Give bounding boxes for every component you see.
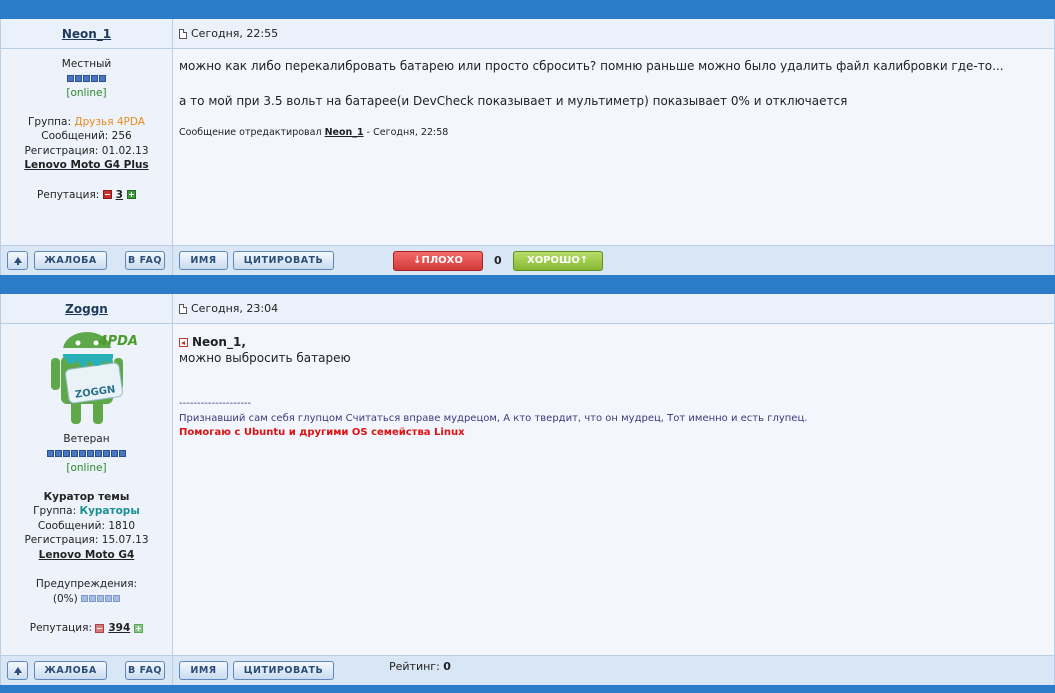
- reputation-value[interactable]: 394: [108, 622, 130, 634]
- registration-label: Регистрация:: [24, 534, 99, 546]
- scroll-top-button[interactable]: [7, 661, 28, 680]
- reputation-label: Репутация:: [37, 188, 100, 201]
- post-text-line: можно выбросить батарею: [179, 351, 351, 365]
- warnings-label: Предупреждения:: [35, 578, 138, 590]
- messages-label: Сообщений:: [37, 519, 105, 532]
- reputation-value[interactable]: 3: [116, 189, 123, 201]
- vote-count: 0: [494, 254, 502, 267]
- arrow-up-icon: ↑: [579, 255, 589, 266]
- quote-link-icon[interactable]: [179, 338, 188, 347]
- arrow-down-icon: ↓: [413, 255, 422, 266]
- editor-link[interactable]: Neon_1: [325, 127, 364, 138]
- post-text-line: а то мой при 3.5 вольт на батарее(и DevC…: [179, 94, 848, 108]
- warning-dots: [81, 595, 121, 602]
- rank-dots: [67, 75, 106, 82]
- complain-button[interactable]: ЖАЛОБА: [34, 251, 107, 270]
- user-group: Друзья 4PDA: [74, 115, 145, 128]
- registration-label: Регистрация:: [24, 144, 99, 157]
- post: Neon_1 Сегодня, 22:55 Местный [online] Г…: [0, 19, 1055, 275]
- signature-text: Признавший сам себя глупцом Считаться вп…: [179, 413, 808, 424]
- post-date: Сегодня, 22:55: [191, 27, 279, 40]
- messages-count: 256: [111, 130, 132, 142]
- group-label: Группа:: [33, 505, 77, 517]
- warnings-value[interactable]: (0%): [53, 593, 78, 605]
- device-link[interactable]: Lenovo Moto G4: [39, 549, 135, 561]
- rep-minus-icon[interactable]: [102, 190, 112, 199]
- post-date: Сегодня, 23:04: [191, 302, 279, 315]
- post-link-icon[interactable]: [179, 303, 187, 314]
- rank-dots: [47, 450, 126, 457]
- messages-label: Сообщений:: [41, 130, 109, 142]
- scroll-top-button[interactable]: [7, 251, 28, 270]
- complain-button[interactable]: ЖАЛОБА: [34, 661, 107, 680]
- separator-bar: [0, 685, 1055, 693]
- messages-count: 1810: [108, 519, 136, 532]
- rating: Рейтинг: 0: [389, 660, 451, 673]
- signature-red-text: Помогаю с Ubuntu и другими OS семейства …: [179, 427, 465, 438]
- group-label: Группа:: [28, 115, 72, 128]
- arrow-up-icon: [13, 256, 22, 265]
- author-link[interactable]: Neon_1: [62, 27, 111, 41]
- user-rank: Ветеран: [63, 433, 110, 445]
- online-status: [online]: [66, 462, 107, 474]
- faq-button[interactable]: В FAQ: [125, 251, 165, 270]
- author-link[interactable]: Zoggn: [65, 302, 108, 316]
- user-title: Куратор темы: [43, 490, 130, 503]
- separator-bar: [0, 275, 1055, 294]
- signature-line: --------------------: [179, 398, 252, 409]
- edit-note: Сообщение отредактировал Neon_1 - Сегодн…: [179, 127, 449, 138]
- arrow-up-icon: [13, 666, 22, 675]
- post: Zoggn Сегодня, 23:04 4PDA ZOGGN Ветеран …: [0, 294, 1055, 685]
- vote-good-button[interactable]: ХОРОШО ↑: [512, 250, 603, 271]
- avatar-logo: 4PDA: [98, 334, 138, 349]
- avatar: 4PDA ZOGGN: [1, 330, 172, 430]
- separator-bar: [0, 0, 1055, 19]
- name-button[interactable]: ИМЯ: [179, 661, 228, 680]
- vote-bad-button[interactable]: ↓ ПЛОХО: [393, 250, 483, 271]
- rep-plus-icon[interactable]: [134, 623, 144, 633]
- device-link[interactable]: Lenovo Moto G4 Plus: [24, 159, 148, 171]
- android-avatar-icon: [51, 332, 123, 424]
- reputation-label: Репутация:: [29, 622, 92, 634]
- rep-plus-icon[interactable]: [126, 190, 136, 199]
- faq-button[interactable]: В FAQ: [125, 661, 165, 680]
- quote-author: Neon_1,: [192, 335, 246, 349]
- registration-date: 15.07.13: [101, 534, 149, 546]
- rep-minus-icon[interactable]: [95, 623, 105, 633]
- registration-date: 01.02.13: [101, 144, 149, 157]
- quote-button[interactable]: ЦИТИРОВАТЬ: [233, 661, 334, 680]
- user-rank: Местный: [61, 58, 112, 70]
- name-button[interactable]: ИМЯ: [179, 251, 228, 270]
- online-status: [online]: [66, 87, 107, 99]
- user-group: Кураторы: [79, 505, 140, 517]
- post-link-icon[interactable]: [179, 28, 187, 39]
- quote-button[interactable]: ЦИТИРОВАТЬ: [233, 251, 334, 270]
- post-text-line: можно как либо перекалибровать батарею и…: [179, 59, 1004, 73]
